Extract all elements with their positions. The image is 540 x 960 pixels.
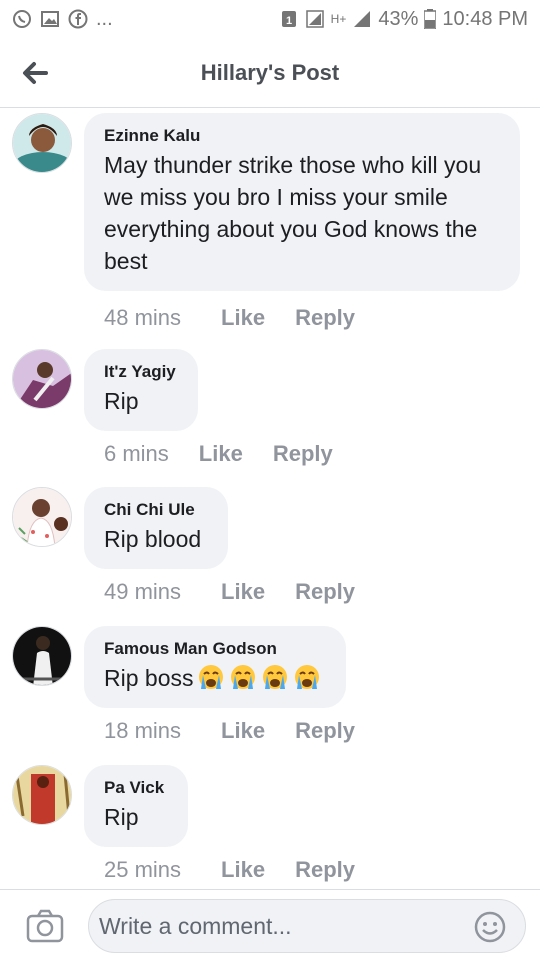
comment-author[interactable]: Ezinne Kalu: [104, 125, 500, 147]
comment-text-content: Rip boss: [104, 665, 194, 691]
gallery-icon: [41, 11, 59, 27]
avatar[interactable]: [12, 349, 72, 409]
comment-placeholder: Write a comment...: [99, 912, 292, 939]
status-right: 1 H+ 43% 10:48 PM: [279, 8, 528, 31]
reply-button[interactable]: Reply: [295, 305, 355, 331]
comment-time[interactable]: 49 mins: [104, 579, 181, 605]
facebook-icon: [68, 9, 88, 29]
status-bar: ... 1 H+ 43% 10:48 PM: [0, 0, 540, 38]
avatar-image: [13, 114, 71, 172]
emoji-row: [193, 665, 321, 691]
avatar[interactable]: [12, 113, 72, 173]
battery-icon: [424, 9, 437, 29]
status-left: ...: [12, 8, 113, 31]
crying-face-icon: [295, 665, 320, 689]
comment-text: Rip blood: [104, 526, 202, 552]
avatar[interactable]: [12, 626, 72, 686]
signal-icon: [305, 10, 324, 28]
camera-icon[interactable]: [26, 909, 64, 943]
comment-author[interactable]: It'z Yagiy: [104, 361, 178, 383]
battery-percent: 43%: [378, 7, 419, 30]
comment-list[interactable]: Ezinne Kalu May thunder strike those who…: [0, 109, 540, 889]
comment-author[interactable]: Famous Man Godson: [104, 638, 326, 660]
like-button[interactable]: Like: [221, 718, 265, 744]
comment-text: Rip boss: [104, 662, 326, 694]
avatar-image: [13, 766, 71, 824]
reply-button[interactable]: Reply: [295, 579, 355, 605]
avatar-image: [13, 488, 71, 546]
crying-face-icon: [199, 665, 224, 689]
comment-time[interactable]: 6 mins: [104, 441, 169, 467]
reply-button[interactable]: Reply: [295, 718, 355, 744]
comment-actions: 18 mins Like Reply: [104, 718, 355, 744]
comment-actions: 6 mins Like Reply: [104, 441, 333, 467]
like-button[interactable]: Like: [199, 441, 243, 467]
more-dots-icon: ...: [96, 7, 113, 30]
crying-face-icon: [263, 665, 288, 689]
like-button[interactable]: Like: [221, 305, 265, 331]
reply-button[interactable]: Reply: [273, 441, 333, 467]
avatar-image: [13, 627, 71, 685]
header: Hillary's Post: [0, 38, 540, 108]
clock: 10:48 PM: [442, 7, 528, 30]
comment-author[interactable]: Pa Vick: [104, 777, 168, 799]
comment-time[interactable]: 18 mins: [104, 718, 181, 744]
page-title: Hillary's Post: [200, 59, 340, 85]
comment-bubble: It'z Yagiy Rip: [84, 349, 198, 431]
comment-bubble: Chi Chi Ule Rip blood: [84, 487, 228, 569]
comment-actions: 25 mins Like Reply: [104, 857, 355, 883]
avatar[interactable]: [12, 487, 72, 547]
comment-time[interactable]: 25 mins: [104, 857, 181, 883]
comment-bubble: Pa Vick Rip: [84, 765, 188, 847]
sim-badge: 1: [286, 15, 292, 27]
comment-composer: Write a comment...: [0, 889, 540, 960]
reply-button[interactable]: Reply: [295, 857, 355, 883]
comment-input[interactable]: Write a comment...: [88, 899, 526, 953]
sim-icon: 1: [281, 11, 296, 27]
comment-bubble: Ezinne Kalu May thunder strike those who…: [84, 113, 520, 291]
comment-bubble: Famous Man Godson Rip boss: [84, 626, 346, 708]
signal-bars-icon: [354, 11, 371, 27]
whatsapp-icon: [13, 10, 31, 28]
comment-actions: 48 mins Like Reply: [104, 305, 355, 331]
comment-actions: 49 mins Like Reply: [104, 579, 355, 605]
avatar[interactable]: [12, 765, 72, 825]
network-type: H+: [330, 12, 347, 26]
like-button[interactable]: Like: [221, 857, 265, 883]
comment-text: Rip: [104, 388, 139, 414]
comment-text: May thunder strike those who kill you we…: [104, 152, 482, 274]
comment-text: Rip: [104, 804, 139, 830]
comment-time[interactable]: 48 mins: [104, 305, 181, 331]
arrow-left-icon[interactable]: [20, 58, 50, 88]
comment-author[interactable]: Chi Chi Ule: [104, 499, 208, 521]
like-button[interactable]: Like: [221, 579, 265, 605]
smiley-icon[interactable]: [473, 910, 507, 944]
avatar-image: [13, 350, 71, 408]
crying-face-icon: [231, 665, 256, 689]
